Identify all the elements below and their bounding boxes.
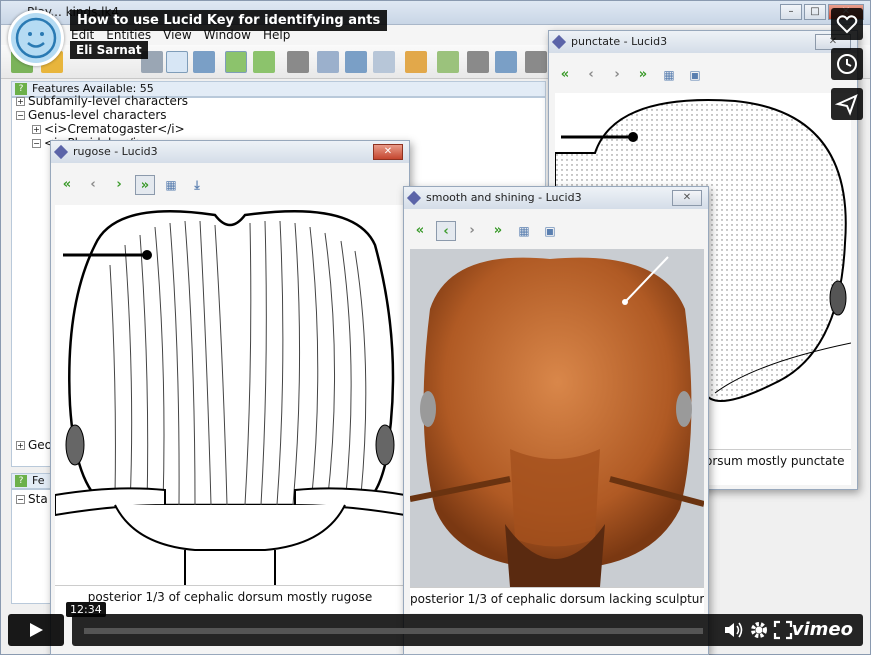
export-icon[interactable]: ⤓ [187,175,207,195]
thumbnails-icon[interactable]: ▦ [161,175,181,195]
tree-view-icon[interactable] [193,51,215,73]
play-button[interactable] [8,614,64,646]
progress-track[interactable] [84,628,703,634]
export-icon[interactable]: ▣ [540,221,560,241]
gear-icon[interactable] [749,620,769,640]
video-author[interactable]: Eli Sarnat [70,41,148,59]
help-icon[interactable] [525,51,547,73]
next-image-icon[interactable]: › [607,65,627,85]
tree-item-subfamily[interactable]: + Subfamily-level characters [16,94,188,108]
wand-icon[interactable] [317,51,339,73]
punctate-nav-bar: « ‹ › » ▦ ▣ [555,61,705,89]
ant-head-photo-drawing [410,256,704,587]
tree-item-sta[interactable]: − Sta [16,492,48,506]
rugose-illustration [55,205,405,585]
next-image-icon[interactable]: › [109,175,129,195]
last-image-icon[interactable]: » [488,221,508,241]
punctate-window-title: punctate - Lucid3 [571,35,668,48]
paper-plane-icon [834,94,858,116]
rugose-nav-bar: « ‹ › » ▦ ⤓ [57,171,207,199]
ant-head-photo [410,249,704,587]
expand-icon[interactable]: + [32,125,41,134]
lucid-logo-icon [551,34,567,50]
checklist-icon[interactable] [495,51,517,73]
rugose-window: rugose - Lucid3 ✕ « ‹ › » ▦ ⤓ posterior … [50,140,410,655]
rugose-titlebar: rugose - Lucid3 [51,141,409,163]
fullscreen-icon[interactable] [773,620,793,640]
rugose-close-button[interactable]: ✕ [373,144,403,160]
previous-image-icon[interactable]: ‹ [83,175,103,195]
settings-alt-icon[interactable] [437,51,459,73]
smooth-shining-titlebar: smooth and shining - Lucid3 [404,187,708,209]
video-title[interactable]: How to use Lucid Key for identifying ant… [70,10,388,31]
author-avatar[interactable] [8,10,64,66]
first-image-icon[interactable]: « [57,175,77,195]
minimize-button[interactable]: – [780,4,802,20]
smooth-shining-caption: posterior 1/3 of cephalic dorsum lacking… [410,587,704,613]
rugose-window-title: rugose - Lucid3 [73,145,158,158]
smooth-shining-window: smooth and shining - Lucid3 ✕ « ‹ › » ▦ … [403,186,709,655]
last-image-icon[interactable]: » [633,65,653,85]
heart-icon [836,15,858,34]
video-control-bar [8,614,863,646]
collapse-icon[interactable]: − [32,139,41,148]
lucid-logo-icon [53,144,69,160]
thumbnails-icon[interactable]: ▦ [514,221,534,241]
rugose-caption: posterior 1/3 of cephalic dorsum mostly … [55,585,405,615]
like-button[interactable] [831,8,863,40]
watch-later-button[interactable] [831,48,863,80]
image-alt-icon[interactable] [253,51,275,73]
thumbnails-icon[interactable]: ▦ [659,65,679,85]
smooth-shining-nav-bar: « ‹ › » ▦ ▣ [410,217,560,245]
wand-alt-icon[interactable] [345,51,367,73]
last-image-icon[interactable]: » [135,175,155,195]
smooth-shining-window-title: smooth and shining - Lucid3 [426,191,582,204]
smiley-icon [15,17,57,59]
maximize-button[interactable]: □ [804,4,826,20]
vimeo-logo[interactable]: vimeo [792,619,853,640]
previous-image-icon[interactable]: ‹ [581,65,601,85]
smooth-shining-close-button[interactable]: ✕ [672,190,702,206]
volume-icon[interactable] [723,620,745,640]
collapse-icon[interactable]: − [16,495,25,504]
first-image-icon[interactable]: « [555,65,575,85]
pin-icon[interactable] [405,51,427,73]
first-image-icon[interactable]: « [410,221,430,241]
play-icon [30,623,43,637]
share-button[interactable] [831,88,863,120]
clock-icon [837,54,857,74]
punctate-titlebar: punctate - Lucid3 [549,31,857,53]
previous-image-icon[interactable]: ‹ [436,221,456,241]
tag-icon[interactable] [287,51,309,73]
list-view-icon[interactable] [166,51,188,73]
tree-item-genus[interactable]: − Genus-level characters [16,108,167,122]
image-view-icon[interactable] [225,51,247,73]
question-mark-icon: ? [15,475,27,487]
expand-icon[interactable]: + [16,441,25,450]
tree-item-geo[interactable]: + Geo [16,438,52,452]
expand-icon[interactable]: + [16,97,25,106]
tree-item-crematogaster[interactable]: + <i>Crematogaster</i> [32,122,185,136]
collapse-icon[interactable]: − [16,111,25,120]
rugose-head-drawing [55,210,405,585]
export-icon[interactable]: ▣ [685,65,705,85]
next-image-icon[interactable]: › [462,221,482,241]
wand-star-icon[interactable] [373,51,395,73]
question-icon[interactable] [467,51,489,73]
lucid-logo-icon [406,190,422,206]
